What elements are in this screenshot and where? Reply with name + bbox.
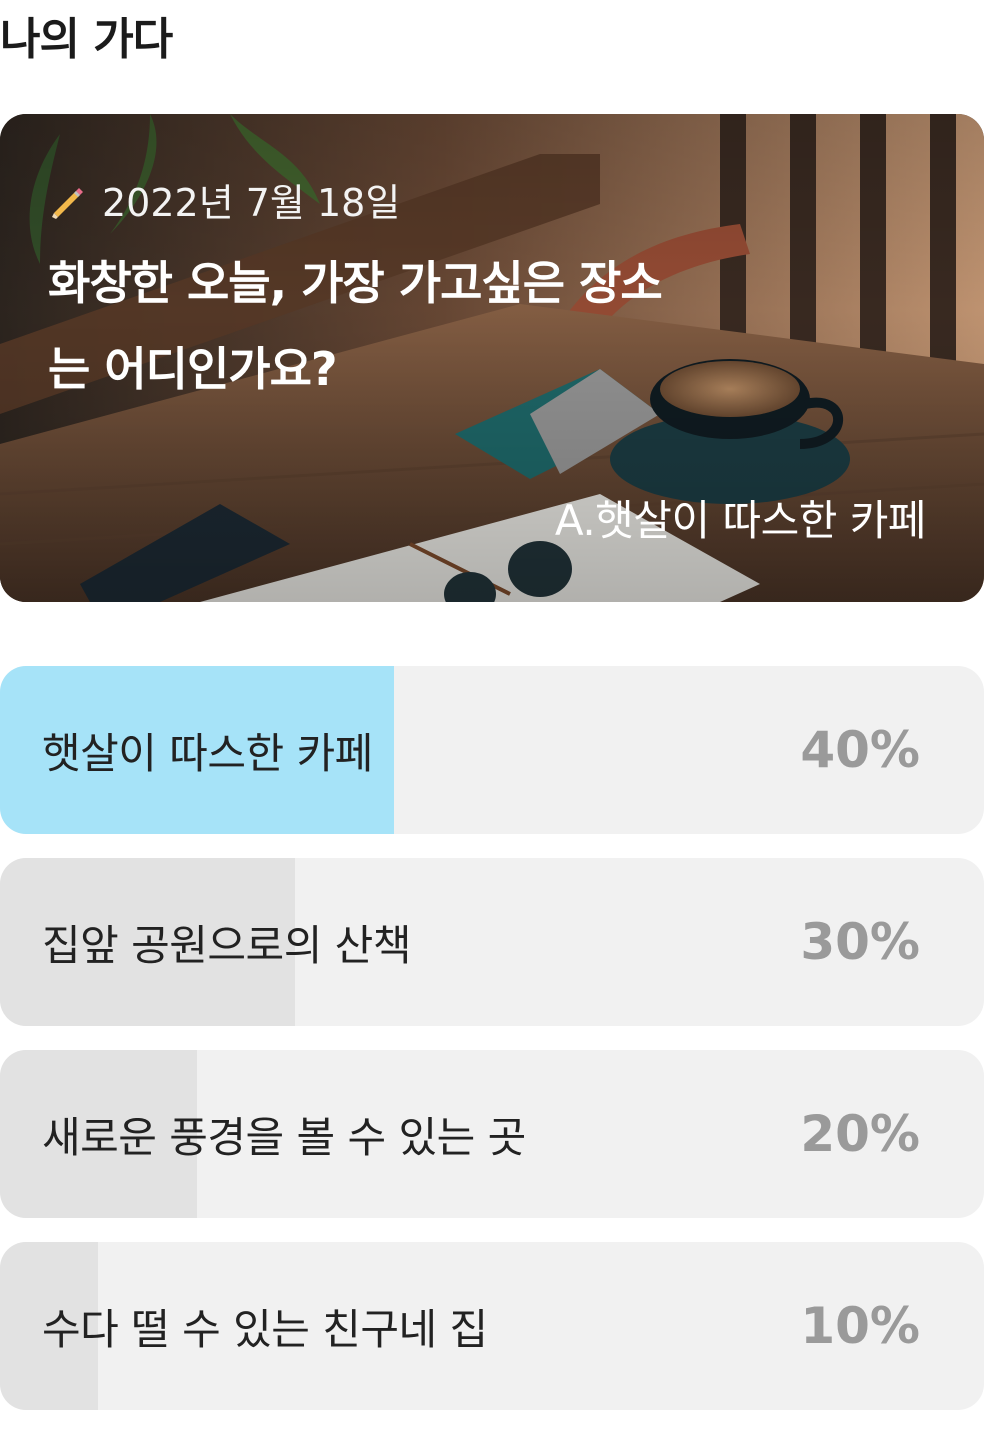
poll-question: 화창한 오늘, 가장 가고싶은 장소는 어디인가요? bbox=[48, 256, 663, 396]
option-percent: 40% bbox=[800, 721, 920, 779]
option-label: 햇살이 따스한 카페 bbox=[42, 728, 373, 778]
option-label: 집앞 공원으로의 산책 bbox=[42, 920, 411, 970]
option-label: 수다 떨 수 있는 친구네 집 bbox=[42, 1304, 488, 1354]
pencil-icon bbox=[48, 183, 88, 223]
selected-answer-caption: A.햇살이 따스한 카페 bbox=[554, 496, 927, 545]
option-percent: 10% bbox=[800, 1297, 920, 1355]
option-percent: 30% bbox=[800, 913, 920, 971]
poll-options: 햇살이 따스한 카페 40% 집앞 공원으로의 산책 30% 새로운 풍경을 볼… bbox=[0, 666, 984, 1434]
poll-date: 2022년 7월 18일 bbox=[48, 178, 400, 228]
poll-option[interactable]: 햇살이 따스한 카페 40% bbox=[0, 666, 984, 834]
poll-option[interactable]: 집앞 공원으로의 산책 30% bbox=[0, 858, 984, 1026]
page-title: 나의 가다 bbox=[0, 14, 173, 65]
poll-hero-card: 2022년 7월 18일 화창한 오늘, 가장 가고싶은 장소는 어디인가요? … bbox=[0, 114, 984, 602]
poll-option[interactable]: 새로운 풍경을 볼 수 있는 곳 20% bbox=[0, 1050, 984, 1218]
poll-date-text: 2022년 7월 18일 bbox=[102, 181, 401, 225]
poll-option[interactable]: 수다 떨 수 있는 친구네 집 10% bbox=[0, 1242, 984, 1410]
option-percent: 20% bbox=[800, 1105, 920, 1163]
option-label: 새로운 풍경을 볼 수 있는 곳 bbox=[42, 1112, 526, 1162]
